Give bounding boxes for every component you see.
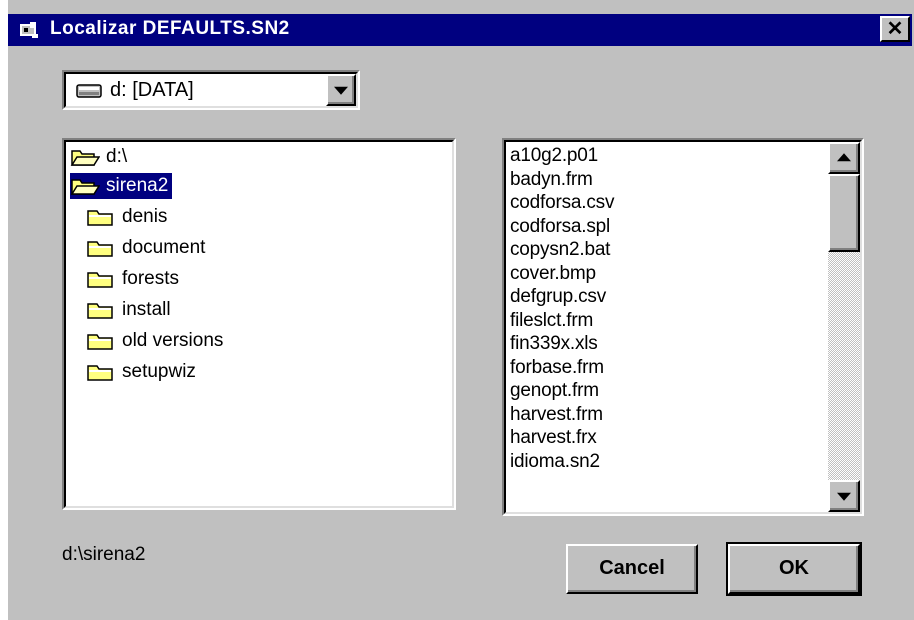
drive-dropdown-button[interactable] <box>326 74 356 106</box>
file-list-item[interactable]: idioma.sn2 <box>510 450 826 474</box>
file-list-items: a10g2.p01 badyn.frm codforsa.csv codforsa.s… <box>510 144 826 473</box>
hard-drive-icon <box>76 84 102 98</box>
directory-item[interactable]: install <box>86 297 171 323</box>
open-folder-icon <box>70 150 100 166</box>
folder-icon <box>87 303 113 319</box>
directory-item[interactable]: sirena2 <box>70 173 173 199</box>
directory-item-label: d:\ <box>106 146 128 167</box>
close-icon: ✕ <box>886 18 904 40</box>
scroll-thumb[interactable] <box>828 174 860 252</box>
file-locate-dialog: Localizar DEFAULTS.SN2 ✕ d: [DATA] d:\ si… <box>0 0 914 620</box>
directory-item-label: forests <box>122 268 180 289</box>
folder-icon <box>87 241 113 257</box>
file-list-item[interactable]: codforsa.csv <box>510 191 826 215</box>
arrow-down-icon <box>837 492 851 501</box>
directory-item[interactable]: d:\ <box>70 144 127 170</box>
directory-item-label: setupwiz <box>122 361 196 382</box>
file-list-item[interactable]: copysn2.bat <box>510 238 826 262</box>
directory-item[interactable]: old versions <box>86 328 223 354</box>
scroll-up-button[interactable] <box>828 142 860 174</box>
file-list-item[interactable]: genopt.frm <box>510 379 826 403</box>
file-list-item[interactable]: defgrup.csv <box>510 285 826 309</box>
file-list[interactable]: a10g2.p01 badyn.frm codforsa.csv codforsa.s… <box>502 138 864 516</box>
cancel-button[interactable]: Cancel <box>566 544 698 594</box>
ok-button[interactable]: OK <box>726 542 862 596</box>
directory-item-label: old versions <box>122 330 224 351</box>
directory-item[interactable]: document <box>86 235 205 261</box>
file-list-item[interactable]: harvest.frm <box>510 403 826 427</box>
window-title: Localizar DEFAULTS.SN2 <box>50 18 290 39</box>
app-icon <box>20 22 38 38</box>
folder-icon <box>87 365 113 381</box>
drive-dropdown[interactable]: d: [DATA] <box>62 70 360 110</box>
current-path-label: d:\sirena2 <box>62 544 146 565</box>
file-list-item[interactable]: forbase.frm <box>510 356 826 380</box>
file-list-item[interactable]: harvest.frx <box>510 426 826 450</box>
chevron-down-icon <box>334 86 348 95</box>
folder-icon <box>87 272 113 288</box>
file-list-item[interactable]: cover.bmp <box>510 262 826 286</box>
folder-icon <box>87 210 113 226</box>
file-list-item[interactable]: badyn.frm <box>510 168 826 192</box>
directory-item[interactable]: denis <box>86 204 167 230</box>
file-list-area[interactable]: a10g2.p01 badyn.frm codforsa.csv codforsa.s… <box>504 140 862 514</box>
directory-item-label: denis <box>122 206 168 227</box>
file-list-item[interactable]: codforsa.spl <box>510 215 826 239</box>
directory-list-area[interactable]: d:\ sirena2 denis document forests install old… <box>64 140 454 508</box>
window-left-border <box>0 0 8 620</box>
directory-item-label: sirena2 <box>106 175 169 196</box>
directory-item-label: install <box>122 299 171 320</box>
arrow-up-icon <box>837 153 851 162</box>
directory-item-label: document <box>122 237 206 258</box>
file-list-item[interactable]: fin339x.xls <box>510 332 826 356</box>
drive-selected-value: d: [DATA] <box>110 79 194 101</box>
close-button[interactable]: ✕ <box>880 16 910 42</box>
open-folder-icon <box>70 179 100 195</box>
folder-icon <box>87 334 113 350</box>
scroll-down-button[interactable] <box>828 480 860 512</box>
directory-item[interactable]: forests <box>86 266 179 292</box>
directory-list[interactable]: d:\ sirena2 denis document forests install old… <box>62 138 456 510</box>
directory-item[interactable]: setupwiz <box>86 359 196 385</box>
title-bar[interactable]: Localizar DEFAULTS.SN2 ✕ <box>8 14 912 46</box>
file-list-item[interactable]: a10g2.p01 <box>510 144 826 168</box>
file-list-item[interactable]: fileslct.frm <box>510 309 826 333</box>
drive-dropdown-field[interactable]: d: [DATA] <box>64 72 358 108</box>
file-list-scrollbar[interactable] <box>828 142 860 512</box>
